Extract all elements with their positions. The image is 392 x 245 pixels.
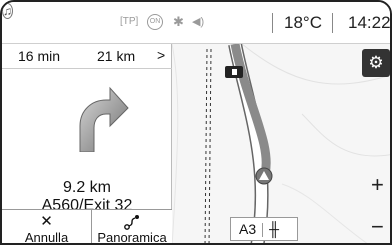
on-indicator-icon: ON xyxy=(147,14,163,30)
cancel-label: Annulla xyxy=(24,230,69,245)
road-icon: ╫ xyxy=(269,221,280,237)
route-guidance-panel: 16 min 21 km > 9.2 km A560/Exit 32 ☰ ✕ A… xyxy=(2,44,172,245)
map-canvas xyxy=(172,44,390,243)
zoom-out-button[interactable]: − xyxy=(371,216,384,238)
status-divider xyxy=(332,13,333,33)
tp-indicator-icon: [TP] xyxy=(120,16,139,27)
eta-time: 16 min xyxy=(18,48,61,64)
music-icon[interactable]: ♫ xyxy=(2,3,13,19)
status-bar: [TP] ON ✱ ◀) ♫ 18°C 14:22 xyxy=(2,2,391,44)
current-road-label: A3 ╫ xyxy=(230,217,298,241)
close-icon: ✕ xyxy=(40,213,53,230)
navigation-map[interactable]: ⚙ + − A3 ╫ xyxy=(172,44,390,243)
overview-label: Panoramica xyxy=(97,230,167,245)
status-divider xyxy=(272,13,273,33)
turn-right-icon xyxy=(79,86,129,152)
settings-button[interactable]: ⚙ xyxy=(362,49,390,77)
gear-icon: ⚙ xyxy=(368,53,384,72)
cancel-button[interactable]: ✕ Annulla xyxy=(2,209,92,245)
road-name: A3 xyxy=(239,221,257,237)
eta-row[interactable]: 16 min 21 km > xyxy=(2,44,172,69)
next-maneuver-distance: 9.2 km xyxy=(62,179,111,196)
eta-distance: 21 km xyxy=(97,48,136,64)
volume-icon: ◀) xyxy=(192,16,205,28)
temperature: 18°C xyxy=(284,13,322,32)
infotainment-screen: [TP] ON ✱ ◀) ♫ 18°C 14:22 16 min 21 km >… xyxy=(0,0,392,245)
route-overview-icon xyxy=(124,215,139,230)
overview-button[interactable]: Panoramica xyxy=(92,209,172,245)
chevron-right-icon: > xyxy=(157,47,166,63)
bluetooth-icon: ✱ xyxy=(173,14,184,29)
zoom-in-button[interactable]: + xyxy=(371,174,384,196)
clock: 14:22 xyxy=(348,13,391,32)
